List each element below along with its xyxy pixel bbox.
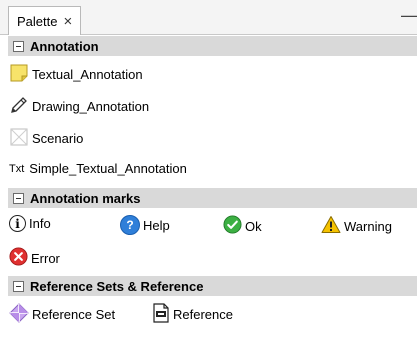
collapse-icon[interactable] — [13, 192, 24, 204]
palette-item-error[interactable]: Error — [9, 247, 60, 269]
palette-item-simple-textual-annotation[interactable]: Txt Simple_Textual_Annotation — [9, 161, 187, 176]
error-icon — [9, 247, 28, 269]
item-label: Warning — [344, 218, 392, 234]
section-title: Annotation marks — [30, 190, 141, 206]
minimize-icon[interactable]: — — [401, 6, 417, 26]
item-label: Error — [31, 250, 60, 266]
txt-icon: Txt — [9, 162, 25, 175]
item-label: Help — [143, 217, 170, 233]
palette-item-ok[interactable]: Ok — [223, 215, 262, 237]
help-icon: ? — [120, 215, 140, 235]
pencil-icon — [9, 95, 29, 118]
item-label: Reference Set — [32, 307, 116, 322]
section-title: Annotation — [30, 38, 99, 54]
item-label: Reference — [173, 307, 233, 322]
reference-set-icon — [9, 303, 29, 326]
palette-panel: Palette × — Annotation Textual_Annotatio… — [0, 0, 417, 341]
section-header-reference-sets[interactable]: Reference Sets & Reference — [8, 276, 417, 296]
scenario-icon — [9, 127, 29, 150]
item-label: Drawing_Annotation — [32, 99, 150, 114]
item-label: Ok — [245, 218, 262, 234]
palette-item-warning[interactable]: Warning — [321, 215, 392, 237]
reference-icon — [152, 303, 170, 326]
close-icon[interactable]: × — [63, 14, 72, 29]
tab-bar: Palette × — — [0, 0, 417, 35]
info-icon: i — [9, 215, 26, 232]
tab-palette[interactable]: Palette × — [8, 6, 82, 35]
palette-item-info[interactable]: i Info — [9, 215, 51, 232]
item-label: Textual_Annotation — [32, 67, 143, 82]
section-title: Reference Sets & Reference — [30, 278, 204, 294]
palette-item-help[interactable]: ? Help — [120, 215, 170, 235]
palette-item-reference-set[interactable]: Reference Set — [9, 303, 115, 326]
palette-item-textual-annotation[interactable]: Textual_Annotation — [9, 63, 143, 86]
section-header-annotation[interactable]: Annotation — [8, 36, 417, 56]
palette-body: Annotation Textual_Annotation Drawing_An… — [8, 35, 417, 341]
section-header-annotation-marks[interactable]: Annotation marks — [8, 188, 417, 208]
note-icon — [9, 63, 29, 86]
collapse-icon[interactable] — [13, 40, 24, 52]
ok-icon — [223, 215, 242, 237]
item-label: Info — [29, 216, 51, 231]
warning-icon — [321, 215, 341, 237]
tab-label: Palette — [17, 13, 58, 29]
palette-item-reference[interactable]: Reference — [152, 303, 233, 326]
item-label: Simple_Textual_Annotation — [29, 161, 187, 176]
palette-item-scenario[interactable]: Scenario — [9, 127, 83, 150]
item-label: Scenario — [32, 131, 84, 146]
palette-item-drawing-annotation[interactable]: Drawing_Annotation — [9, 95, 149, 118]
collapse-icon[interactable] — [13, 280, 24, 292]
